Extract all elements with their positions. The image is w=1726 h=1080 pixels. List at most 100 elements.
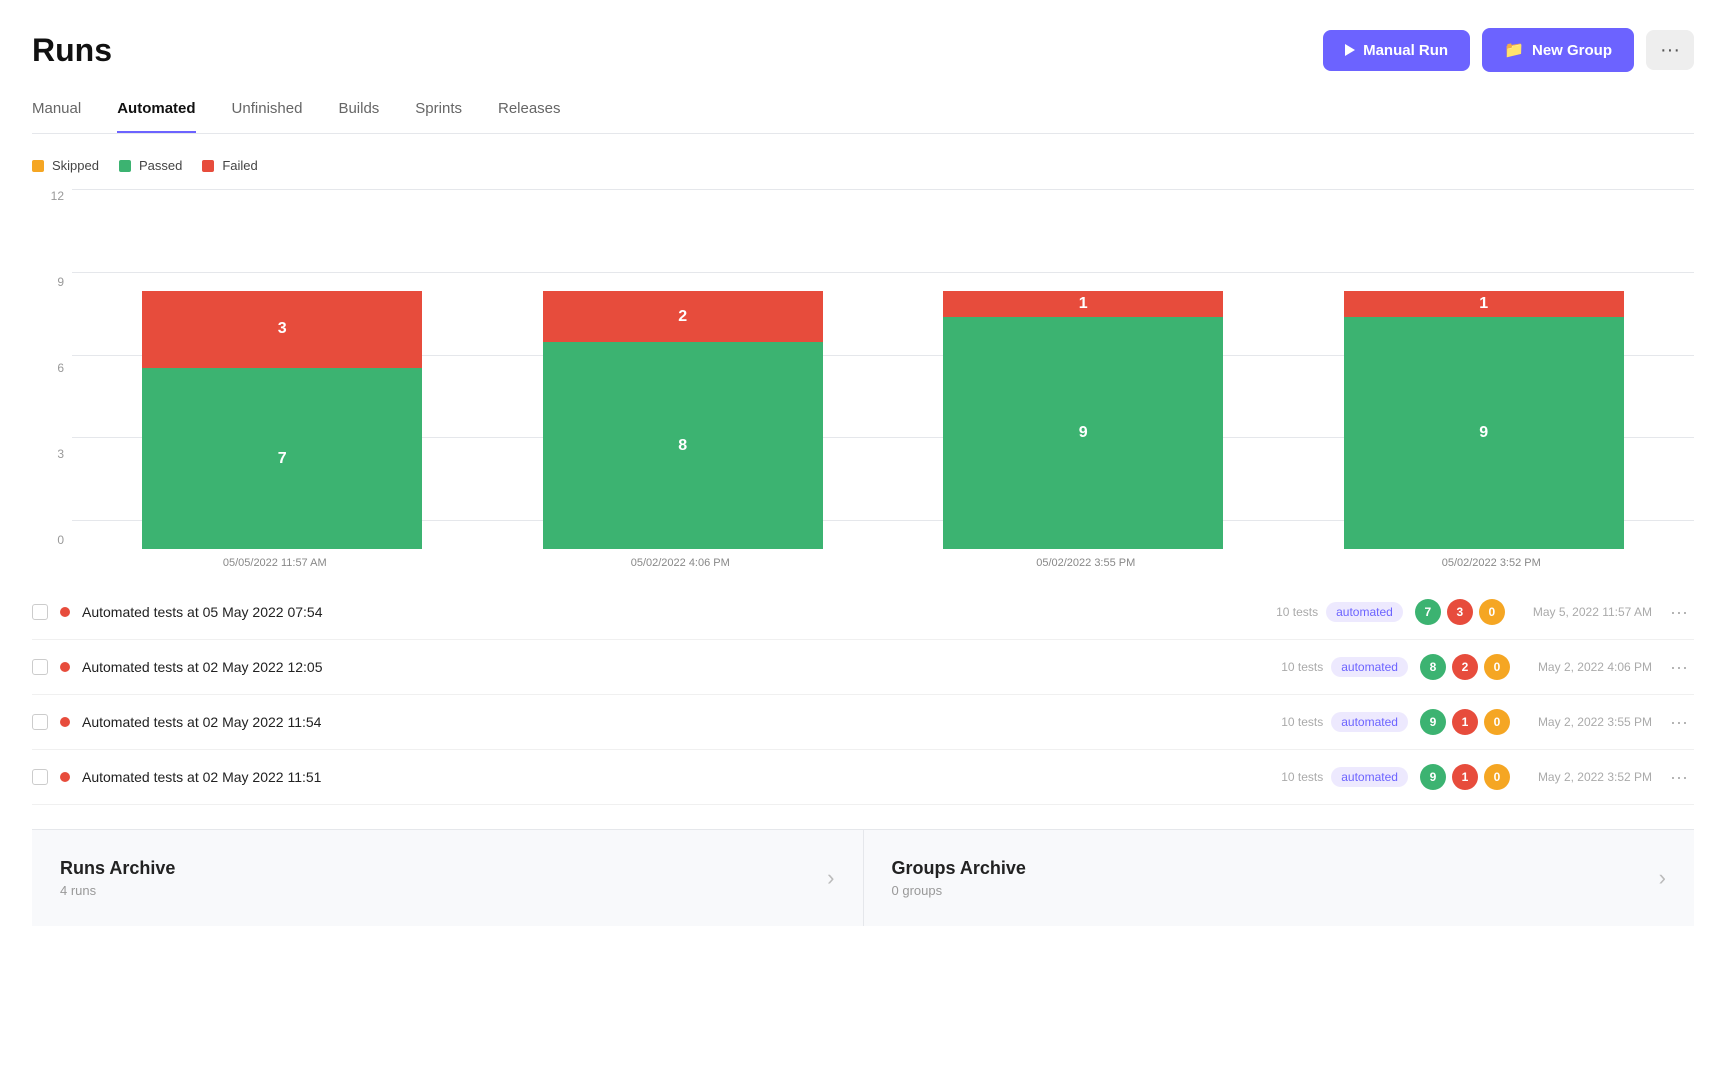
run-test-count: 10 tests [1276, 605, 1318, 619]
bar-passed: 9 [1344, 317, 1624, 550]
header-actions: Manual Run 📁 New Group ··· [1323, 28, 1694, 72]
run-badges: 910 [1420, 764, 1510, 790]
x-axis-label: 05/02/2022 4:06 PM [478, 557, 884, 569]
run-badges: 730 [1415, 599, 1505, 625]
bar-passed: 9 [943, 317, 1223, 550]
run-name-wrap: Automated tests at 05 May 2022 07:54 10 t… [82, 602, 1403, 622]
run-status-dot [60, 772, 70, 782]
legend-label-skipped: Skipped [52, 158, 99, 173]
badge-skipped: 0 [1479, 599, 1505, 625]
badge-failed: 1 [1452, 764, 1478, 790]
legend-dot-passed [119, 160, 131, 172]
groups-archive-card[interactable]: Groups Archive 0 groups › [864, 830, 1695, 926]
groups-archive-subtitle: 0 groups [892, 883, 1026, 898]
badge-skipped: 0 [1484, 654, 1510, 680]
run-checkbox[interactable] [32, 659, 48, 675]
run-checkbox[interactable] [32, 714, 48, 730]
groups-archive-title: Groups Archive [892, 858, 1026, 879]
groups-archive-text: Groups Archive 0 groups [892, 858, 1026, 898]
play-icon [1345, 44, 1355, 56]
badge-failed: 1 [1452, 709, 1478, 735]
x-axis-label: 05/02/2022 3:52 PM [1289, 557, 1695, 569]
tab-sprints[interactable]: Sprints [415, 90, 462, 133]
tab-manual[interactable]: Manual [32, 90, 81, 133]
run-test-count: 10 tests [1281, 715, 1323, 729]
new-group-button[interactable]: 📁 New Group [1482, 28, 1634, 72]
chart-bars-area: 37281919 [72, 189, 1694, 549]
run-more-button[interactable]: ··· [1664, 765, 1694, 790]
run-tag: automated [1331, 712, 1408, 732]
runs-archive-card[interactable]: Runs Archive 4 runs › [32, 830, 864, 926]
badge-skipped: 0 [1484, 764, 1510, 790]
bar-passed: 7 [142, 368, 422, 549]
tab-automated[interactable]: Automated [117, 90, 195, 133]
bar-group[interactable]: 28 [483, 291, 884, 549]
run-name-wrap: Automated tests at 02 May 2022 11:54 10 t… [82, 712, 1408, 732]
bar-failed: 2 [543, 291, 823, 343]
run-name: Automated tests at 02 May 2022 11:54 [82, 714, 1275, 730]
run-date: May 2, 2022 4:06 PM [1538, 660, 1652, 674]
run-date: May 5, 2022 11:57 AM [1533, 605, 1652, 619]
more-options-button[interactable]: ··· [1646, 30, 1694, 70]
run-name-wrap: Automated tests at 02 May 2022 11:51 10 t… [82, 767, 1408, 787]
run-more-button[interactable]: ··· [1664, 655, 1694, 680]
runs-archive-title: Runs Archive [60, 858, 175, 879]
bar-passed: 8 [543, 342, 823, 549]
run-name: Automated tests at 05 May 2022 07:54 [82, 604, 1270, 620]
legend-dot-failed [202, 160, 214, 172]
run-status-dot [60, 662, 70, 672]
run-more-button[interactable]: ··· [1664, 710, 1694, 735]
folder-icon: 📁 [1504, 40, 1524, 60]
bar-group[interactable]: 19 [883, 291, 1284, 549]
badge-failed: 3 [1447, 599, 1473, 625]
run-name: Automated tests at 02 May 2022 12:05 [82, 659, 1275, 675]
tab-builds[interactable]: Builds [338, 90, 379, 133]
run-tag: automated [1326, 602, 1403, 622]
run-name-wrap: Automated tests at 02 May 2022 12:05 10 t… [82, 657, 1408, 677]
run-name: Automated tests at 02 May 2022 11:51 [82, 769, 1275, 785]
bars-container: 37281919 [72, 217, 1694, 549]
legend-label-passed: Passed [139, 158, 182, 173]
run-item: Automated tests at 02 May 2022 12:05 10 t… [32, 640, 1694, 695]
page-header: Runs Manual Run 📁 New Group ··· [32, 0, 1694, 90]
run-status-dot [60, 717, 70, 727]
run-badges: 910 [1420, 709, 1510, 735]
x-axis-label: 05/05/2022 11:57 AM [72, 557, 478, 569]
run-item: Automated tests at 02 May 2022 11:51 10 t… [32, 750, 1694, 805]
bar-group[interactable]: 19 [1284, 291, 1685, 549]
chart-legend: SkippedPassedFailed [32, 158, 1694, 173]
legend-item-skipped: Skipped [32, 158, 99, 173]
run-checkbox[interactable] [32, 604, 48, 620]
badge-failed: 2 [1452, 654, 1478, 680]
bar-group[interactable]: 37 [82, 291, 483, 549]
runs-archive-text: Runs Archive 4 runs [60, 858, 175, 898]
y-axis-label: 6 [32, 361, 64, 375]
y-axis-label: 3 [32, 447, 64, 461]
y-axis-label: 12 [32, 189, 64, 203]
runs-archive-subtitle: 4 runs [60, 883, 175, 898]
badge-passed: 9 [1420, 709, 1446, 735]
run-test-count: 10 tests [1281, 660, 1323, 674]
chart-y-axis: 036912 [32, 189, 72, 549]
legend-dot-skipped [32, 160, 44, 172]
bar-failed: 1 [943, 291, 1223, 317]
tabs-bar: Manual Automated Unfinished Builds Sprints Re… [32, 90, 1694, 134]
run-item: Automated tests at 05 May 2022 07:54 10 t… [32, 585, 1694, 640]
groups-archive-arrow: › [1659, 865, 1666, 891]
run-status-dot [60, 607, 70, 617]
y-axis-label: 9 [32, 275, 64, 289]
manual-run-button[interactable]: Manual Run [1323, 30, 1470, 71]
legend-item-passed: Passed [119, 158, 182, 173]
badge-skipped: 0 [1484, 709, 1510, 735]
tab-unfinished[interactable]: Unfinished [232, 90, 303, 133]
run-more-button[interactable]: ··· [1664, 600, 1694, 625]
run-test-count: 10 tests [1281, 770, 1323, 784]
runs-list: Automated tests at 05 May 2022 07:54 10 t… [32, 585, 1694, 805]
badge-passed: 8 [1420, 654, 1446, 680]
tab-releases[interactable]: Releases [498, 90, 561, 133]
run-checkbox[interactable] [32, 769, 48, 785]
run-tag: automated [1331, 657, 1408, 677]
run-tag: automated [1331, 767, 1408, 787]
badge-passed: 9 [1420, 764, 1446, 790]
page-title: Runs [32, 32, 112, 69]
